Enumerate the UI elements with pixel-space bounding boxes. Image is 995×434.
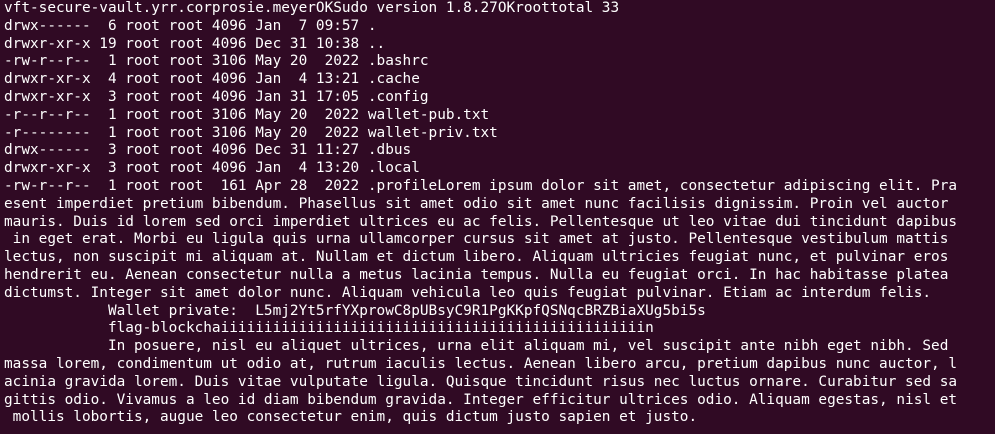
- ls-entry-bashrc: -rw-r--r-- 1 root root 3106 May 20 2022 …: [4, 53, 429, 70]
- terminal-output[interactable]: vft-secure-vault.yrr.corprosie.meyerOKSu…: [0, 0, 995, 434]
- terminal-text-line: mollis lobortis, augue leo consectetur e…: [4, 409, 698, 426]
- terminal-text-line: in eget erat. Morbi eu ligula quis urna …: [4, 231, 949, 248]
- ls-entry-cache: drwxr-xr-x 4 root root 4096 Jan 4 13:21 …: [4, 71, 420, 88]
- ls-entry-current-dir: drwx------ 6 root root 4096 Jan 7 09:57 …: [4, 17, 377, 34]
- terminal-line-banner: vft-secure-vault.yrr.corprosie.meyerOKSu…: [4, 0, 620, 16]
- flag-line: flag-blockchaiiiiiiiiiiiiiiiiiiiiiiiiiii…: [4, 320, 654, 337]
- terminal-text-line: lectus, non suscipit mi aliquam at. Null…: [4, 249, 949, 266]
- terminal-text-line: acinia gravida lorem. Duis vitae vulputa…: [4, 373, 958, 390]
- ls-entry-local: drwxr-xr-x 3 root root 4096 Jan 4 13:20 …: [4, 160, 420, 177]
- ls-entry-config: drwxr-xr-x 3 root root 4096 Jan 31 17:05…: [4, 88, 429, 105]
- terminal-text-line: massa lorem, condimentum ut odio at, rut…: [4, 355, 958, 372]
- ls-entry-dbus: drwx------ 3 root root 4096 Dec 31 11:27…: [4, 142, 412, 159]
- terminal-text-line: mauris. Duis id lorem sed orci imperdiet…: [4, 213, 958, 230]
- terminal-text-line: In posuere, nisl eu aliquet ultrices, ur…: [4, 338, 949, 355]
- ls-entry-parent-dir: drwxr-xr-x 19 root root 4096 Dec 31 10:3…: [4, 35, 386, 52]
- ls-entry-wallet-pub: -r--r--r-- 1 root root 3106 May 20 2022 …: [4, 106, 490, 123]
- terminal-text-line: hendrerit eu. Aenean consectetur nulla a…: [4, 266, 949, 283]
- ls-entry-profile: -rw-r--r-- 1 root root 161 Apr 28 2022 .…: [4, 177, 958, 194]
- terminal-text-line: esent imperdiet pretium bibendum. Phasel…: [4, 195, 949, 212]
- terminal-text-line: gittis odio. Vivamus a leo id diam biben…: [4, 391, 958, 408]
- ls-entry-wallet-priv: -r-------- 1 root root 3106 May 20 2022 …: [4, 124, 498, 141]
- wallet-private-line: Wallet private: L5mj2Yt5rfYXprowC8pUBsyC…: [4, 302, 706, 319]
- terminal-text-line: dictumst. Integer sit amet dolor nunc. A…: [4, 284, 932, 301]
